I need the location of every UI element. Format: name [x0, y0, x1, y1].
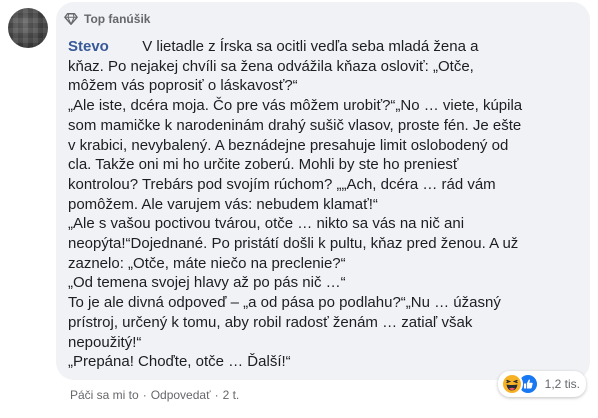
top-fan-badge: Top fanúšik: [64, 12, 150, 26]
comment-line: som mamičke k narodeninám drahý sušič vl…: [68, 116, 522, 134]
comment-text: Stevo V lietadle z Írska sa ocitli vedľa…: [68, 37, 568, 372]
comment-line: cla. Takže oni mi ho určite zoberú. Mohl…: [68, 156, 459, 174]
badge-label: Top fanúšik: [84, 12, 151, 26]
comment-actions: Páči sa mi to · Odpovedať · 2 t.: [70, 388, 239, 402]
comment-line: „Od temena svojej hlavy až po pás nič …“: [68, 274, 346, 292]
separator: ·: [142, 388, 147, 402]
comment-line: „Prepána! Choďte, otče … Ďalší!“: [68, 353, 291, 371]
comment-first-line: Stevo V lietadle z Írska sa ocitli vedľa…: [68, 37, 568, 57]
comment-line: kňaz. Po nejakej chvíli sa žena odvážila…: [68, 57, 474, 75]
comment-line: neopýta!“Dojednané. Po pristátí došli k …: [68, 235, 519, 253]
haha-reaction-icon: [500, 373, 523, 395]
timestamp-link[interactable]: 2 t.: [223, 388, 240, 402]
comment-line: kontrolou? Trebárs pod svojím rúchom? „„…: [68, 175, 496, 193]
author-name[interactable]: Stevo: [68, 38, 109, 55]
comment-line: „Ale iste, dcéra moja. Čo pre vás môžem …: [68, 97, 523, 115]
reaction-count: 1,2 tis.: [544, 377, 580, 391]
comment-line: zaznelo: „Otče, máte niečo na preclenie?…: [68, 254, 346, 272]
comment-line: To je ale divná odpoveď – „a od pása po …: [68, 294, 501, 312]
comment-line: v krabici, nevybalený. A beznádejne pres…: [68, 136, 509, 154]
reaction-summary[interactable]: 1,2 tis.: [497, 371, 586, 397]
diamond-icon: [64, 13, 78, 25]
avatar[interactable]: [8, 8, 48, 48]
reply-link[interactable]: Odpovedať: [151, 388, 211, 402]
comment-line: môžem vás poprosiť o láskavosť?“: [68, 77, 298, 95]
comment-line: nepoužitý!“: [68, 333, 142, 351]
separator: ·: [214, 388, 219, 402]
comment-line: prístroj, určený k tomu, aby robil rados…: [68, 313, 473, 331]
like-link[interactable]: Páči sa mi to: [70, 388, 139, 402]
comment-line: pomôžem. Ale varujem vás: nebudem klamať…: [68, 195, 378, 213]
comment-line: V lietadle z Írska sa ocitli vedľa seba …: [142, 38, 479, 55]
comment-line: „Ale s vašou poctivou tvárou, otče … nik…: [68, 215, 465, 233]
